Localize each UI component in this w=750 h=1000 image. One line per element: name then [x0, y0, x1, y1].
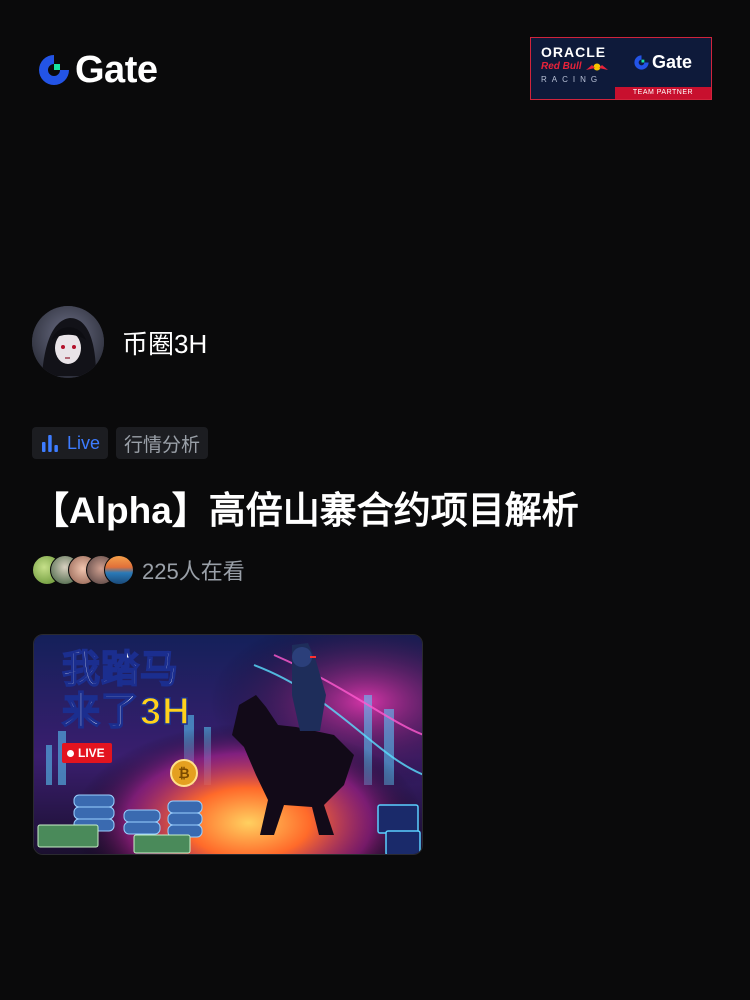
thumbnail-live-label: LIVE: [78, 746, 105, 760]
redbull-wordmark: Red Bull: [541, 61, 582, 72]
host-profile[interactable]: 币圈3H: [32, 306, 207, 378]
bar-chart-icon: [42, 435, 58, 452]
gate-logo-icon: [39, 55, 69, 85]
viewer-avatar: [104, 555, 134, 585]
gate-logo[interactable]: Gate: [36, 49, 158, 91]
thumbnail-headline-2-highlight: 3H: [139, 690, 191, 734]
live-tag-label: Live: [67, 432, 101, 453]
live-dot-icon: [67, 749, 74, 757]
partner-banner: ORACLE Red Bull RACING Gate TEAM PARTNER: [530, 37, 712, 100]
brand-name: Gate: [75, 49, 158, 91]
category-tag[interactable]: 行情分析: [116, 427, 209, 459]
live-tag: Live: [32, 427, 109, 459]
thumbnail-headline-2: 来了3H: [61, 690, 191, 734]
viewer-avatars: [32, 555, 134, 585]
team-partner-label: TEAM PARTNER: [615, 87, 711, 99]
stream-title[interactable]: 【Alpha】高倍山寨合约项目解析: [32, 486, 579, 536]
viewer-count: 225人在看: [142, 559, 245, 584]
host-name[interactable]: 币圈3H: [122, 324, 207, 361]
racing-wordmark: RACING: [541, 75, 603, 84]
stream-thumbnail[interactable]: ₿ 我踏马 来了3H LIVE: [33, 634, 423, 855]
host-avatar[interactable]: [32, 306, 104, 378]
viewer-count-row: 225人在看: [32, 554, 245, 586]
redbull-bulls-icon: [585, 63, 608, 71]
anime-avatar-icon: [32, 306, 104, 378]
thumbnail-headline-1: 我踏马: [61, 648, 180, 692]
svg-text:₿: ₿: [178, 766, 189, 782]
oracle-wordmark: ORACLE: [541, 44, 607, 60]
thumbnail-headline-2-prefix: 来了: [61, 690, 141, 734]
thumbnail-live-badge: LIVE: [62, 743, 112, 763]
partner-gate-wordmark: Gate: [652, 52, 693, 72]
stream-tags: Live 行情分析: [32, 427, 209, 459]
gate-small-logo-icon: [634, 54, 649, 70]
